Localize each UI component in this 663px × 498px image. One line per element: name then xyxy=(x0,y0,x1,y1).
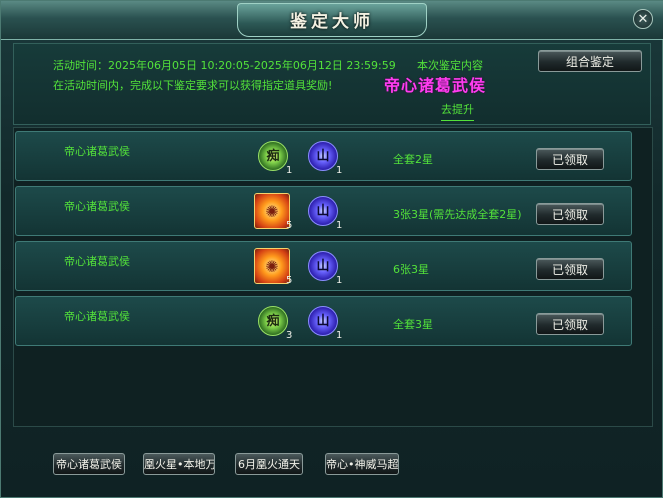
reward-row: 帝心诸葛武侯 ✺ 5 山 1 6张3星 已领取 xyxy=(15,241,632,291)
claimed-button[interactable]: 已领取 xyxy=(536,258,604,280)
row-condition: 全套2星 xyxy=(393,153,433,166)
claimed-button[interactable]: 已领取 xyxy=(536,148,604,170)
item-count: 1 xyxy=(336,220,343,231)
event-time: 活动时间：2025年06月05日 10:20:05-2025年06月12日 23… xyxy=(53,59,396,72)
tab-june-fire[interactable]: 6月凰火通天 xyxy=(235,453,303,475)
icon-glyph: 痴 xyxy=(266,149,280,164)
item-count: 5 xyxy=(286,220,293,231)
hero-name: 帝心诸葛武侯 xyxy=(384,76,487,95)
row-condition: 3张3星(需先达成全套2星) xyxy=(393,208,522,221)
event-description: 在活动时间内，完成以下鉴定要求可以获得指定道具奖励! xyxy=(53,79,333,92)
close-icon[interactable]: ✕ xyxy=(633,9,653,29)
icon-glyph: 山 xyxy=(316,204,330,219)
row-hero-name: 帝心诸葛武侯 xyxy=(64,310,130,323)
reward-row: 帝心诸葛武侯 痴 1 山 1 全套2星 已领取 xyxy=(15,131,632,181)
go-upgrade-link[interactable]: 去提升 xyxy=(441,101,474,121)
tab-machao[interactable]: 帝心•神威马超 xyxy=(325,453,399,475)
icon-glyph: 山 xyxy=(316,149,330,164)
row-hero-name: 帝心诸葛武侯 xyxy=(64,145,130,158)
green-material-icon[interactable]: 痴 xyxy=(258,141,288,171)
item-count: 1 xyxy=(336,165,343,176)
gold-fire-icon[interactable]: ✺ xyxy=(254,248,290,284)
blue-spirit-icon[interactable]: 山 xyxy=(308,196,338,226)
blue-spirit-icon[interactable]: 山 xyxy=(308,251,338,281)
window-title: 鉴定大师 xyxy=(290,12,374,32)
row-hero-name: 帝心诸葛武侯 xyxy=(64,255,130,268)
tab-hero-zhuge[interactable]: 帝心诸葛武侯 xyxy=(53,453,125,475)
row-condition: 全套3星 xyxy=(393,318,433,331)
item-count: 3 xyxy=(286,330,293,341)
row-hero-name: 帝心诸葛武侯 xyxy=(64,200,130,213)
row-condition: 6张3星 xyxy=(393,263,429,276)
green-material-icon[interactable]: 痴 xyxy=(258,306,288,336)
reward-row: 帝心诸葛武侯 ✺ 5 山 1 3张3星(需先达成全套2星) 已领取 xyxy=(15,186,632,236)
tab-fire-star[interactable]: 凰火星•本地万 xyxy=(143,453,215,475)
identify-content-label: 本次鉴定内容 xyxy=(417,59,483,72)
icon-glyph: 山 xyxy=(316,259,330,274)
gold-fire-icon[interactable]: ✺ xyxy=(254,193,290,229)
claimed-button[interactable]: 已领取 xyxy=(536,313,604,335)
item-count: 1 xyxy=(336,330,343,341)
icon-glyph: ✺ xyxy=(265,257,279,276)
claimed-button[interactable]: 已领取 xyxy=(536,203,604,225)
blue-spirit-icon[interactable]: 山 xyxy=(308,306,338,336)
icon-glyph: 山 xyxy=(316,314,330,329)
item-count: 1 xyxy=(286,165,293,176)
identify-master-window: 鉴定大师 ✕ 活动时间：2025年06月05日 10:20:05-2025年06… xyxy=(0,0,663,498)
icon-glyph: ✺ xyxy=(265,202,279,221)
icon-glyph: 痴 xyxy=(266,314,280,329)
item-count: 1 xyxy=(336,275,343,286)
blue-spirit-icon[interactable]: 山 xyxy=(308,141,338,171)
item-count: 5 xyxy=(286,275,293,286)
combo-identify-button[interactable]: 组合鉴定 xyxy=(538,50,642,72)
reward-row: 帝心诸葛武侯 痴 3 山 1 全套3星 已领取 xyxy=(15,296,632,346)
